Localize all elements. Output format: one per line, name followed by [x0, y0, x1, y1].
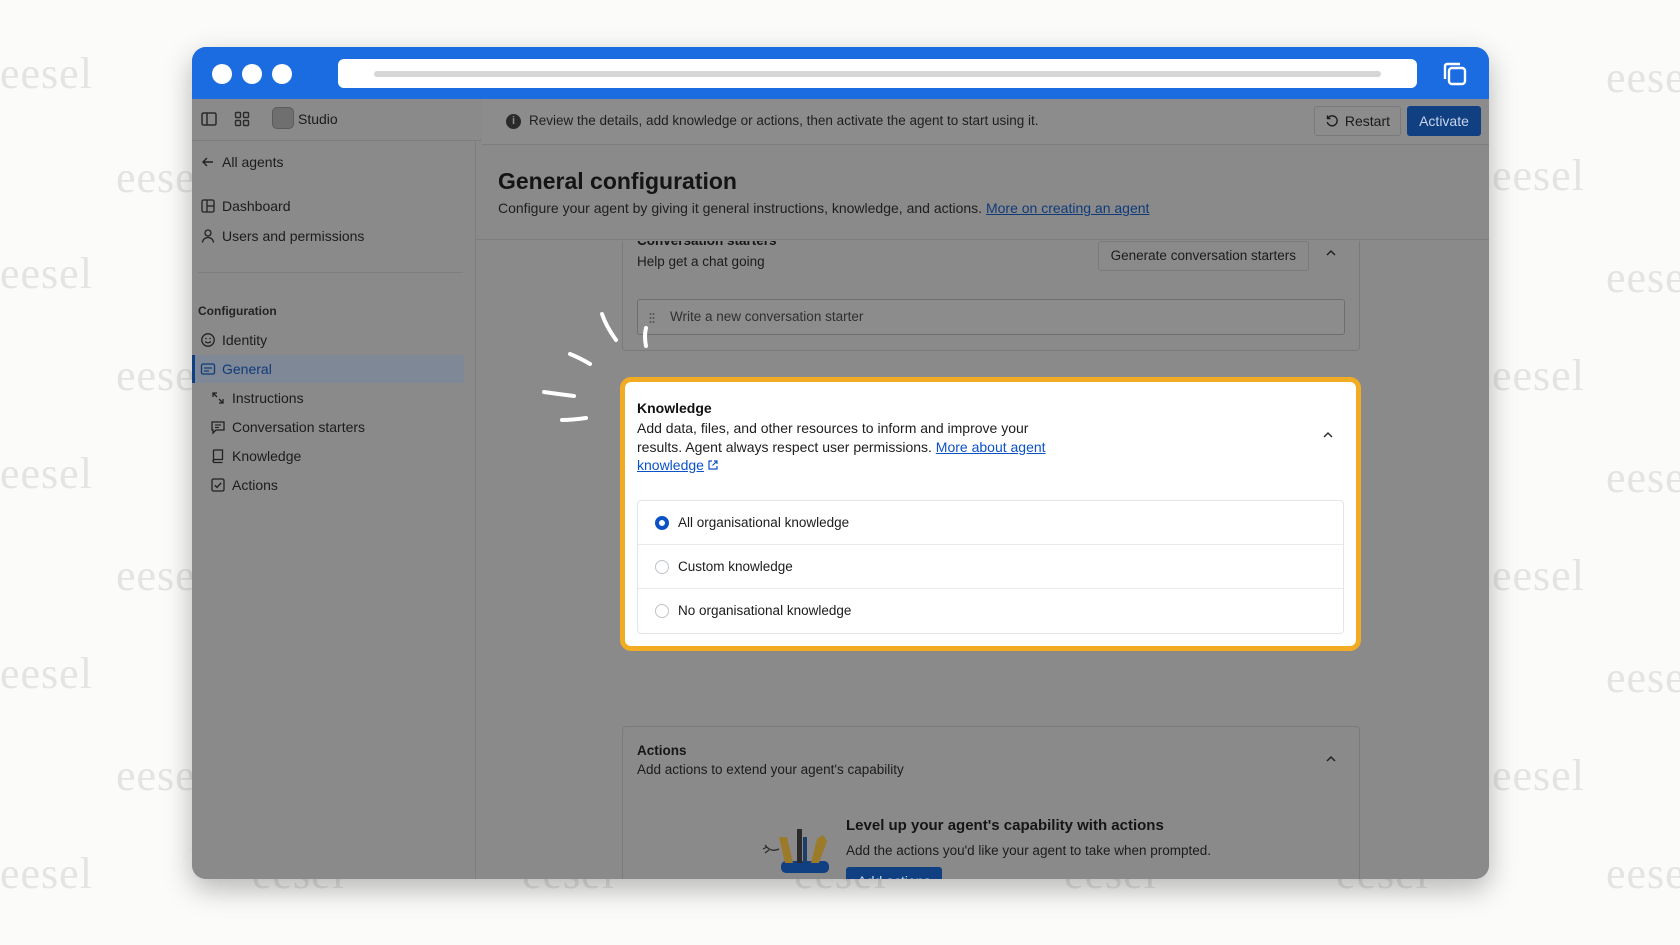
tabs-icon[interactable] [1441, 60, 1469, 88]
watermark: eesel [1606, 653, 1680, 702]
address-bar[interactable] [338, 59, 1417, 88]
window-dot[interactable] [242, 64, 262, 84]
page-header: General configuration Configure your age… [476, 145, 1489, 240]
actions-title: Actions [637, 743, 687, 758]
sidebar-item-actions[interactable]: Actions [210, 472, 278, 498]
knowledge-card: Knowledge Add data, files, and other res… [621, 378, 1360, 650]
sidebar-item-label: Knowledge [232, 448, 302, 464]
page-subtitle-text: Configure your agent by giving it genera… [498, 200, 983, 216]
studio-logo-icon [272, 107, 294, 129]
section-label-configuration: Configuration [198, 304, 277, 318]
radio-unselected[interactable] [655, 604, 669, 618]
back-label: All agents [222, 154, 284, 170]
restart-button[interactable]: Restart [1313, 106, 1401, 136]
knowledge-option-label: No organisational knowledge [678, 603, 852, 618]
knowledge-title: Knowledge [637, 400, 712, 416]
conversation-starters-card: Conversation starters Help get a chat go… [622, 241, 1360, 351]
dashboard-icon [201, 199, 215, 213]
restart-label: Restart [1344, 113, 1390, 129]
knowledge-option-none[interactable]: No organisational knowledge [638, 589, 1343, 633]
watermark: eesel [1606, 53, 1680, 102]
notice-text: Review the details, add knowledge or act… [529, 113, 1039, 128]
sidebar-item-identity[interactable]: Identity [200, 327, 267, 353]
app-grid-icon[interactable] [233, 110, 251, 128]
actions-desc: Add actions to extend your agent's capab… [637, 762, 904, 777]
sidebar-item-dashboard[interactable]: Dashboard [200, 193, 291, 219]
actions-card: Actions Add actions to extend your agent… [622, 726, 1360, 879]
chevron-up-icon[interactable] [1325, 247, 1337, 259]
sidebar-item-label: Instructions [232, 390, 304, 406]
knowledge-option-label: Custom knowledge [678, 559, 793, 574]
knowledge-desc: Add data, files, and other resources to … [637, 419, 1047, 475]
conversation-starter-input[interactable]: Write a new conversation starter [637, 299, 1345, 335]
knowledge-option-all[interactable]: All organisational knowledge [638, 501, 1343, 545]
chevron-up-icon[interactable] [1325, 753, 1337, 765]
add-actions-button[interactable]: Add actions [846, 867, 942, 879]
page-title: General configuration [498, 168, 737, 194]
conversation-starters-desc: Help get a chat going [637, 254, 765, 269]
knowledge-option-label: All organisational knowledge [678, 515, 850, 530]
book-icon [212, 449, 224, 464]
watermark: eesel [1606, 253, 1680, 302]
notice-banner: i Review the details, add knowledge or a… [482, 99, 1489, 145]
sidebar: All agents Dashboard Users and permissio… [192, 141, 476, 879]
sidebar-item-label: Dashboard [222, 198, 291, 214]
back-to-all-agents[interactable]: All agents [200, 149, 283, 175]
restart-icon [1326, 115, 1338, 127]
watermark: eesel [1606, 453, 1680, 502]
window-dot[interactable] [212, 64, 232, 84]
watermark: eesel [1492, 151, 1585, 200]
sidebar-toggle-icon[interactable] [200, 110, 218, 128]
sidebar-item-label: Actions [232, 477, 278, 493]
external-link-icon [708, 460, 718, 470]
watermark: eesel [1492, 551, 1585, 600]
knowledge-options: All organisational knowledge Custom know… [637, 500, 1344, 634]
checkbox-icon [211, 478, 225, 492]
radio-unselected[interactable] [655, 560, 669, 574]
page-subtitle: Configure your agent by giving it genera… [498, 200, 1149, 216]
smiley-icon [201, 333, 215, 347]
info-icon: i [506, 114, 521, 129]
sidebar-item-conversation-starters[interactable]: Conversation starters [210, 414, 365, 440]
sidebar-item-users[interactable]: Users and permissions [200, 223, 364, 249]
watermark: eesel [0, 449, 93, 498]
sidebar-item-instructions[interactable]: Instructions [210, 385, 304, 411]
studio-label: Studio [298, 111, 338, 127]
sidebar-item-label: Users and permissions [222, 228, 365, 244]
active-item-indicator [192, 355, 195, 383]
arrow-left-icon [202, 157, 213, 167]
toolbox-illustration-icon [762, 829, 829, 873]
window-dot[interactable] [272, 64, 292, 84]
browser-titlebar [192, 47, 1489, 99]
actions-promo-title: Level up your agent's capability with ac… [846, 817, 1164, 834]
creating-agent-link[interactable]: More on creating an agent [986, 200, 1149, 216]
watermark: eesel [0, 249, 93, 298]
sidebar-item-general[interactable]: General [200, 356, 272, 382]
sidebar-divider [198, 272, 463, 273]
watermark: eesel [1606, 849, 1680, 898]
sidebar-item-knowledge[interactable]: Knowledge [210, 443, 301, 469]
card-icon [200, 363, 216, 375]
generate-starters-button[interactable]: Generate conversation starters [1097, 241, 1309, 271]
watermark: eesel [0, 649, 93, 698]
knowledge-option-custom[interactable]: Custom knowledge [638, 545, 1343, 589]
sidebar-item-label: Identity [222, 332, 268, 348]
watermark: eesel [1492, 751, 1585, 800]
sidebar-item-label: Conversation starters [232, 419, 366, 435]
watermark: eesel [1492, 351, 1585, 400]
conversation-starter-placeholder: Write a new conversation starter [670, 309, 864, 324]
chevron-up-icon[interactable] [1322, 429, 1334, 441]
chat-icon [211, 421, 225, 435]
sidebar-item-label: General [222, 361, 272, 377]
user-icon [201, 229, 215, 243]
radio-selected[interactable] [655, 516, 669, 530]
watermark: eesel [0, 49, 93, 98]
watermark: eesel [0, 849, 93, 898]
instructions-icon [212, 392, 224, 404]
activate-button[interactable]: Activate [1407, 106, 1481, 136]
actions-promo-desc: Add the actions you'd like your agent to… [846, 843, 1212, 858]
address-placeholder-line [374, 71, 1381, 77]
